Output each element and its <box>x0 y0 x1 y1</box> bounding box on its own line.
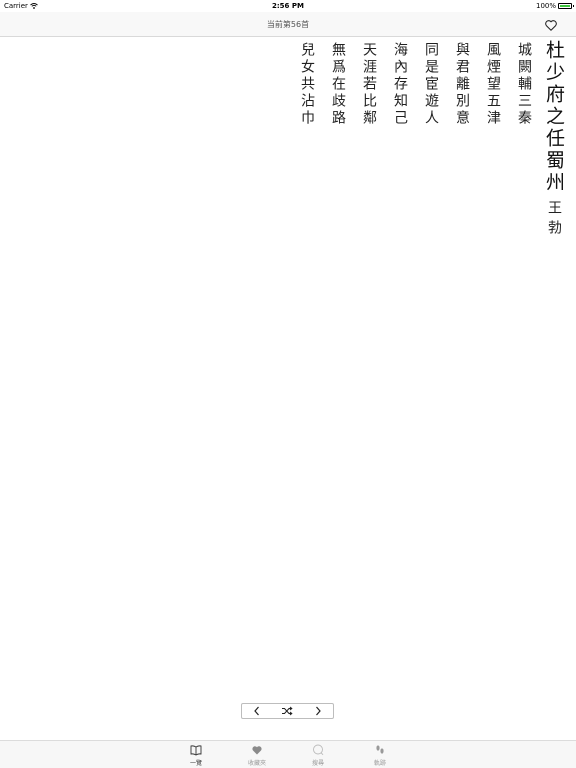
tab-browse[interactable]: 一覽 <box>178 744 214 767</box>
battery-icon <box>558 3 574 9</box>
status-battery: 100% <box>535 2 574 10</box>
shuffle-button[interactable] <box>272 704 302 718</box>
favorite-button[interactable] <box>544 17 558 31</box>
tab-favorites[interactable]: 收藏夾 <box>239 744 275 767</box>
nav-bar: 当前第56首 <box>0 12 576 37</box>
tab-label: 搜尋 <box>311 760 324 767</box>
search-icon <box>313 744 324 756</box>
heart-icon <box>252 746 262 755</box>
status-bar: Carrier 2:56 PM 100% <box>0 0 576 12</box>
footprints-icon <box>376 745 384 754</box>
pager-control <box>241 703 334 719</box>
tab-label: 一覽 <box>189 760 202 767</box>
chevron-left-icon <box>254 706 260 716</box>
poem-title: 杜少府之任蜀州 <box>543 40 565 194</box>
next-button[interactable] <box>303 704 333 718</box>
poem-line: 同是宦遊人 <box>423 42 439 127</box>
book-icon <box>190 745 202 756</box>
tab-label: 軌跡 <box>373 760 386 767</box>
tab-bar: 一覽 收藏夾 搜尋 軌跡 <box>0 740 576 768</box>
tab-history[interactable]: 軌跡 <box>362 744 398 767</box>
page-title: 当前第56首 <box>266 20 310 29</box>
battery-fill <box>560 5 570 7</box>
poem-line: 與君離別意 <box>454 42 470 127</box>
chevron-right-icon <box>315 706 321 716</box>
heart-outline-icon <box>545 20 557 31</box>
poem-author: 王勃 <box>546 200 562 240</box>
poem-line: 風煙望五津 <box>485 42 501 127</box>
poem-line: 無爲在歧路 <box>330 42 346 127</box>
poem-line: 城闕輔三秦 <box>516 42 532 127</box>
status-time: 2:56 PM <box>272 2 304 10</box>
poem-line: 天涯若比鄰 <box>361 42 377 127</box>
poem-line: 海內存知己 <box>392 42 408 127</box>
battery-percent: 100% <box>535 2 556 10</box>
previous-button[interactable] <box>242 704 272 718</box>
tab-label: 收藏夾 <box>247 760 266 767</box>
shuffle-icon <box>282 706 294 716</box>
poem-area: 杜少府之任蜀州 王勃 城闕輔三秦 風煙望五津 與君離別意 同是宦遊人 海內存知己… <box>286 40 576 300</box>
tab-search[interactable]: 搜尋 <box>300 744 336 767</box>
poem-line: 兒女共沾巾 <box>299 42 315 127</box>
